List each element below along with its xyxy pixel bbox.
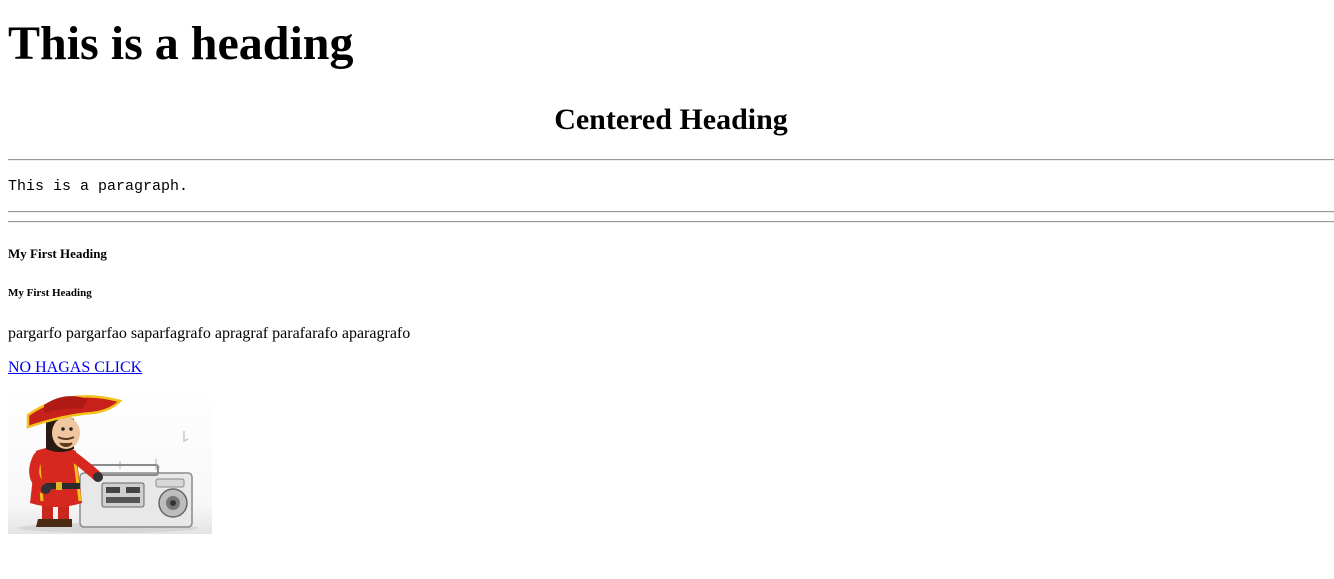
horizontal-rule — [8, 159, 1334, 161]
mono-paragraph: This is a paragraph. — [8, 178, 189, 195]
pirate-boombox-illustration — [18, 395, 198, 533]
no-click-link[interactable]: NO HAGAS CLICK — [8, 358, 142, 377]
main-heading: This is a heading — [8, 17, 354, 70]
centered-heading: Centered Heading — [554, 103, 788, 136]
smaller-heading: My First Heading — [8, 287, 92, 299]
horizontal-rule — [8, 221, 1334, 223]
pirate-boombox-image — [8, 391, 212, 534]
body-paragraph: pargarfo pargarfao saparfagrafo apragraf… — [8, 325, 411, 342]
horizontal-rule — [8, 211, 1334, 213]
small-heading: My First Heading — [8, 246, 107, 261]
